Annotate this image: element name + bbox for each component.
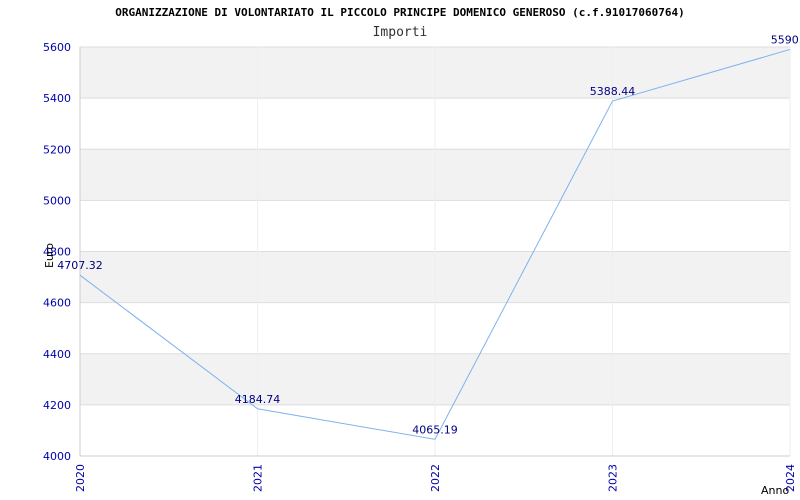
data-label: 5590.4 bbox=[771, 33, 800, 46]
x-tick-label: 2023 bbox=[607, 464, 620, 492]
x-axis-label: Anno bbox=[761, 484, 789, 497]
y-tick-label: 4000 bbox=[43, 450, 71, 463]
data-label: 4707.32 bbox=[57, 259, 103, 272]
x-tick-labels: 2020 2021 2022 2023 2024 bbox=[74, 464, 797, 492]
y-tick-label: 5200 bbox=[43, 143, 71, 156]
y-tick-label: 4400 bbox=[43, 348, 71, 361]
data-label: 4065.19 bbox=[412, 423, 458, 436]
data-label: 4184.74 bbox=[235, 393, 281, 406]
y-tick-label: 5600 bbox=[43, 41, 71, 54]
y-tick-label: 5400 bbox=[43, 92, 71, 105]
x-tick-label: 2022 bbox=[429, 464, 442, 492]
x-tick-label: 2020 bbox=[74, 464, 87, 492]
y-tick-label: 5000 bbox=[43, 194, 71, 207]
line-chart: 400042004400460048005000520054005600 202… bbox=[43, 33, 800, 497]
data-label: 5388.44 bbox=[590, 85, 636, 98]
y-axis-label: Euro bbox=[43, 243, 56, 268]
y-tick-label: 4200 bbox=[43, 399, 71, 412]
x-tick-label: 2021 bbox=[252, 464, 265, 492]
y-tick-label: 4600 bbox=[43, 297, 71, 310]
